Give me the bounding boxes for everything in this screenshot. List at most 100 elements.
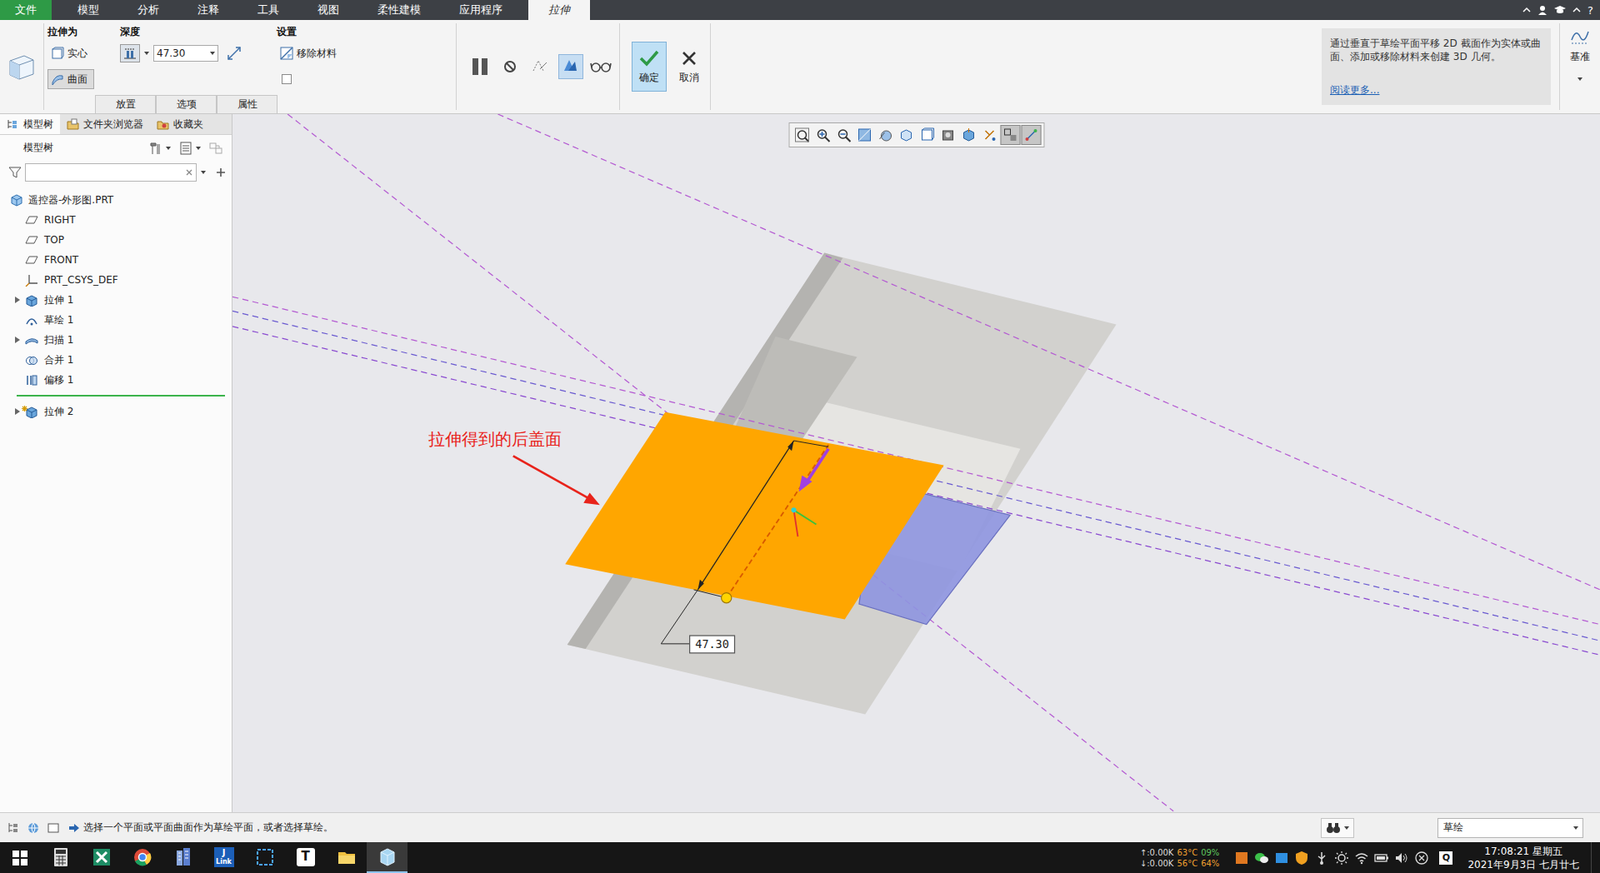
spin-center-button[interactable]	[1000, 125, 1020, 145]
cancel-button[interactable]: 取消	[671, 41, 707, 92]
tree-item[interactable]: RIGHT	[0, 210, 232, 230]
display-style-button[interactable]	[875, 125, 895, 145]
expand-arrow[interactable]	[11, 294, 24, 306]
remove-material-toggle[interactable]: 移除材料	[276, 43, 343, 64]
extrude-type-option[interactable]: 曲面	[47, 69, 95, 90]
tree-item[interactable]: 草绘 1	[0, 310, 232, 330]
datum-display-button[interactable]	[958, 125, 979, 145]
start-button[interactable]	[0, 842, 40, 873]
dropdown-arrow-icon[interactable]	[209, 50, 216, 57]
filter-icon[interactable]	[8, 165, 22, 180]
ribbon-tab[interactable]: 柔性建模	[358, 0, 440, 20]
tree-item[interactable]: 偏移 1	[0, 370, 232, 390]
flip-direction-icon[interactable]	[226, 45, 242, 61]
taskbar-app[interactable]	[244, 842, 285, 873]
verify-mode-button[interactable]	[558, 54, 584, 80]
tree-item[interactable]: 拉伸 1	[0, 290, 232, 310]
ribbon-tab[interactable]: 视图	[298, 0, 359, 20]
zoom-out-button[interactable]	[833, 125, 854, 145]
help-button[interactable]: ?	[1587, 4, 1594, 17]
expand-arrow[interactable]	[11, 405, 24, 418]
snap-button[interactable]	[1020, 125, 1041, 145]
model-viewport[interactable]: 47.30拉伸得到的后盖面	[232, 114, 1600, 813]
dropdown-arrow-icon[interactable]	[195, 145, 202, 152]
view-manager-button[interactable]	[916, 125, 937, 145]
repaint-button[interactable]	[854, 125, 875, 145]
taskbar-app[interactable]	[162, 842, 204, 873]
taskbar-app[interactable]	[40, 842, 81, 873]
tree-settings-icon[interactable]	[148, 140, 164, 156]
tree-columns-icon[interactable]	[178, 140, 194, 156]
clear-icon[interactable]	[185, 168, 194, 177]
tree-root[interactable]: 遥控器-外形图.PRT	[0, 190, 232, 210]
read-more-link[interactable]: 阅读更多...	[1330, 83, 1543, 97]
show-desktop-button[interactable]	[1590, 842, 1597, 873]
ribbon-tab[interactable]: 工具	[238, 0, 299, 20]
ribbon-tab[interactable]: 模型	[58, 0, 119, 20]
wechat-icon[interactable]	[1254, 850, 1270, 866]
tree-item[interactable]: FRONT	[0, 250, 232, 270]
file-menu[interactable]: 文件	[0, 0, 52, 20]
usb-icon[interactable]	[1314, 850, 1330, 866]
extruded-surface-preview[interactable]	[565, 412, 944, 620]
tree-item[interactable]: 扫描 1	[0, 330, 232, 350]
taskbar-app[interactable]	[325, 842, 367, 873]
tree-item[interactable]: 合并 1	[0, 350, 232, 370]
drag-handle[interactable]	[721, 593, 732, 604]
taskbar-app[interactable]	[80, 842, 122, 873]
ok-button[interactable]: 确定	[631, 41, 667, 92]
taskbar-app[interactable]: JLink	[203, 842, 245, 873]
annotation-display-button[interactable]	[979, 125, 1000, 145]
close-app-icon[interactable]	[1414, 850, 1430, 866]
dropdown-arrow-icon[interactable]	[143, 50, 150, 57]
taskbar-app[interactable]	[121, 842, 163, 873]
learn-icon[interactable]	[1554, 5, 1566, 15]
tree-item[interactable]: PRT_CSYS_DEF	[0, 270, 232, 290]
brightness-icon[interactable]	[1334, 850, 1350, 866]
taskbar-app[interactable]	[366, 842, 408, 873]
panel-tab[interactable]: 文件夹浏览器	[60, 114, 150, 135]
pause-button[interactable]	[468, 54, 494, 80]
volume-icon[interactable]	[1394, 850, 1410, 866]
tree-search-field[interactable]	[25, 163, 197, 182]
monitor-app-icon[interactable]	[1234, 850, 1250, 866]
extrude-type-option[interactable]: 实心	[47, 43, 117, 64]
insert-indicator[interactable]	[0, 390, 232, 402]
browser-toggle-icon[interactable]	[26, 821, 40, 835]
dropdown-arrow-icon[interactable]	[1576, 75, 1584, 83]
clock[interactable]: 17:08:21 星期五2021年9月3日 七月廿七	[1467, 845, 1580, 872]
battery-icon[interactable]	[1374, 850, 1390, 866]
expand-arrow[interactable]	[11, 334, 24, 346]
saved-orientations-button[interactable]	[895, 125, 916, 145]
dropdown-arrow-icon[interactable]	[165, 145, 172, 152]
perspective-button[interactable]	[937, 125, 958, 145]
preview-geometry-button[interactable]	[528, 54, 554, 80]
wifi-icon[interactable]	[1354, 850, 1370, 866]
ribbon-tab[interactable]: 注释	[178, 0, 239, 20]
user-icon[interactable]	[1537, 5, 1548, 15]
add-filter-icon[interactable]	[215, 166, 227, 179]
dropdown-arrow-icon[interactable]	[200, 169, 207, 176]
sub-tab[interactable]: 放置	[95, 95, 156, 114]
minimize-ribbon-icon[interactable]	[1522, 5, 1531, 15]
thicken-checkbox[interactable]	[281, 74, 292, 85]
ribbon-tab[interactable]: 分析	[118, 0, 179, 20]
security-shield-icon[interactable]	[1294, 850, 1310, 866]
graphics-window[interactable]: 47.30拉伸得到的后盖面	[232, 114, 1600, 813]
glasses-button[interactable]	[588, 54, 614, 80]
refit-button[interactable]	[791, 125, 812, 145]
selection-filter[interactable]: 草绘	[1437, 818, 1584, 839]
datum-group[interactable]: 基准	[1560, 20, 1600, 114]
ribbon-tab[interactable]: 应用程序	[440, 0, 522, 20]
stop-button[interactable]	[498, 54, 524, 80]
ribbon-tab[interactable]: 拉伸	[528, 0, 590, 20]
tree-item[interactable]: TOP	[0, 230, 232, 250]
sub-tab[interactable]: 属性	[216, 95, 278, 114]
find-button[interactable]	[1320, 818, 1355, 839]
panel-tab[interactable]: 收藏夹	[150, 114, 210, 135]
panel-tab[interactable]: 模型树	[0, 114, 60, 135]
sub-tab[interactable]: 选项	[155, 95, 217, 114]
tree-toggle-icon[interactable]	[6, 821, 20, 835]
depth-field[interactable]: 47.30	[153, 45, 219, 62]
zoom-in-button[interactable]	[812, 125, 833, 145]
